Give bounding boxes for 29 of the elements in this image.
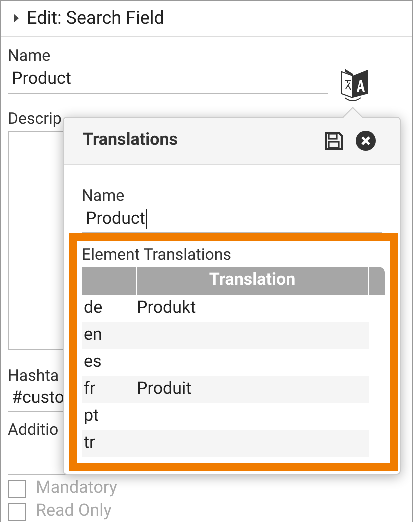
checkbox[interactable] [8, 480, 26, 498]
translation-text: Produkt [137, 296, 196, 320]
save-icon[interactable] [324, 131, 344, 151]
language-code: es [83, 350, 103, 374]
language-code: fr [83, 378, 97, 401]
popup-title: Translations [83, 129, 179, 152]
language-code: tr [83, 432, 96, 455]
checkbox-label: Mandatory [36, 480, 118, 497]
section-label: Element Translations [82, 245, 233, 265]
checkbox-label: Read Only [36, 503, 112, 520]
language-code: en [83, 324, 104, 347]
table-row[interactable]: fr Produit [82, 376, 369, 403]
checkbox[interactable] [8, 502, 26, 520]
table-row[interactable]: tr [82, 430, 369, 457]
translation-name-field[interactable]: Product [82, 206, 382, 233]
field-label: Descrip [8, 109, 62, 129]
language-code: de [83, 296, 104, 320]
field-label: Hashta [8, 366, 60, 386]
field-label: Additio [8, 420, 59, 440]
translate-icon[interactable] [339, 68, 371, 103]
caret-icon[interactable] [14, 14, 19, 23]
field-label: Name [8, 46, 51, 66]
panel-title: Edit: Search Field [27, 7, 164, 31]
language-code: pt [83, 404, 100, 428]
field-label: Name [82, 186, 126, 206]
close-icon[interactable] [356, 131, 376, 151]
table-row[interactable]: en [82, 322, 369, 349]
translation-text: Produit [137, 378, 192, 401]
name-field[interactable]: Product [8, 66, 328, 94]
